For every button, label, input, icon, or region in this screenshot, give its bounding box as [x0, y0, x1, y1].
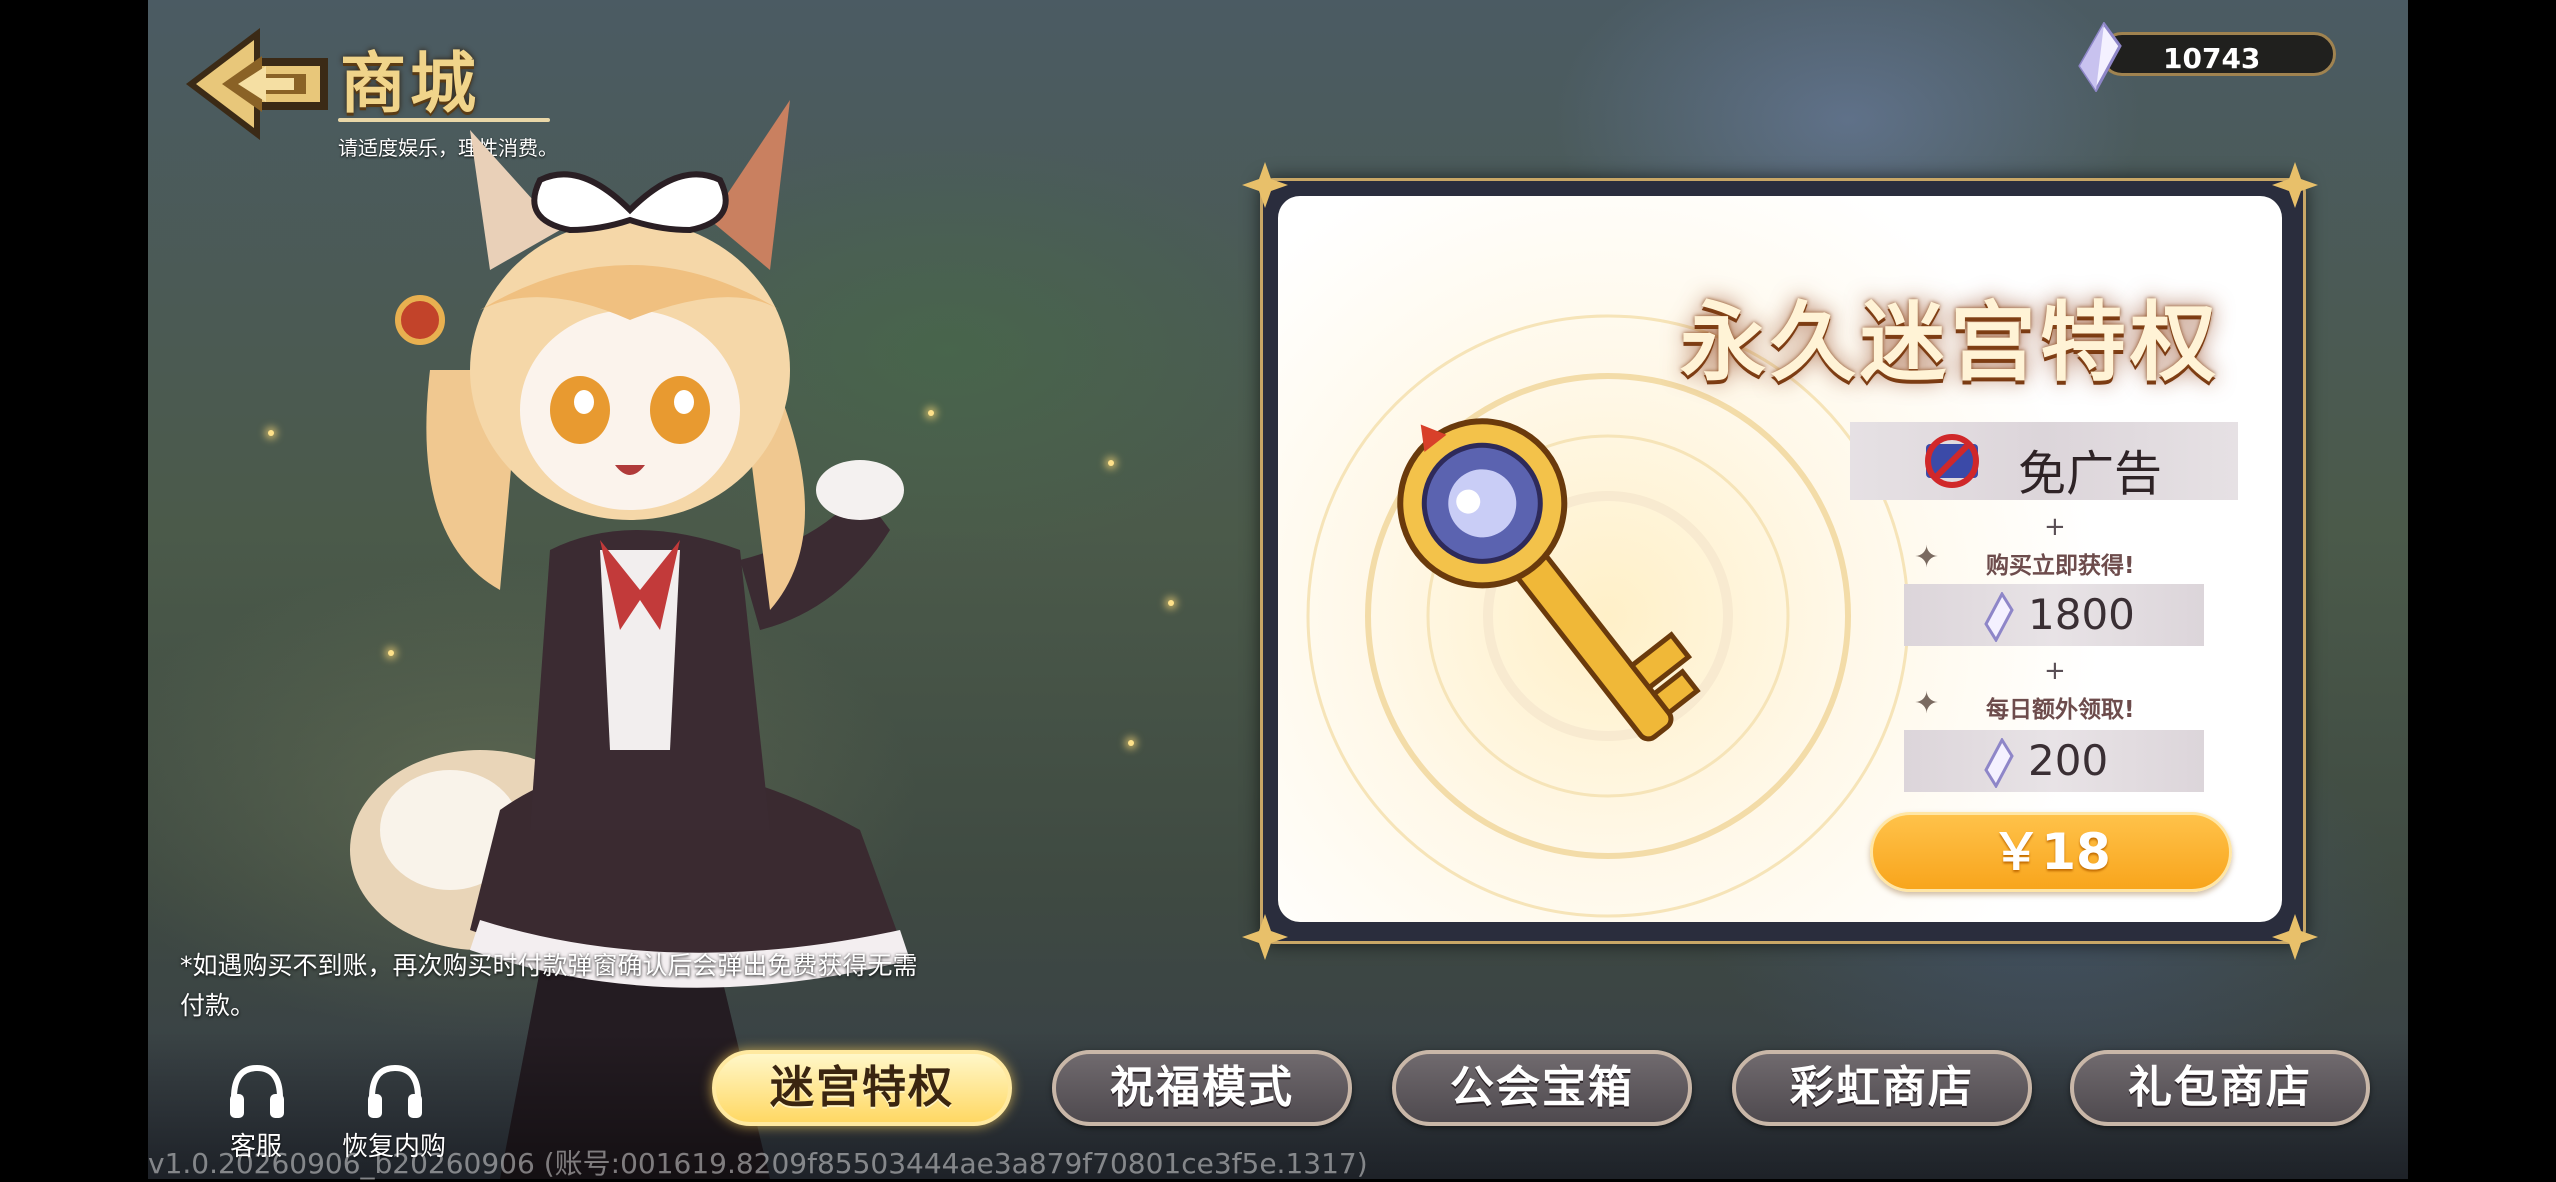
tab-label: 祝福模式 — [1110, 1062, 1294, 1113]
currency-value: 10743 — [2163, 42, 2261, 75]
tab-label: 礼包商店 — [2128, 1062, 2312, 1113]
tab-blessing-mode[interactable]: 祝福模式 — [1052, 1050, 1352, 1126]
instant-reward-caption: 购买立即获得! — [1986, 553, 2135, 579]
tab-maze-privilege[interactable]: 迷宫特权 — [712, 1050, 1012, 1126]
plus-sign: + — [2044, 656, 2066, 686]
tab-label: 迷宫特权 — [770, 1062, 954, 1113]
price-label: ￥18 — [1991, 823, 2111, 881]
currency-display[interactable]: 10743 — [2078, 22, 2343, 92]
sparkle — [1168, 600, 1174, 606]
offer-title: 永久迷宫特权 — [1680, 292, 2220, 393]
version-text: v1.0.20260906_b20260906 (账号:001619.8209f… — [148, 1147, 1368, 1180]
daily-reward-box: 200 — [1904, 730, 2204, 792]
crystal-icon — [2078, 22, 2122, 92]
corner-ornament — [1242, 162, 1288, 208]
headset-icon — [368, 1064, 422, 1118]
sparkle-star-icon: ✦ — [1914, 686, 1940, 721]
crystal-icon — [1984, 738, 2014, 788]
corner-ornament — [1242, 914, 1288, 960]
corner-ornament — [2272, 162, 2318, 208]
no-ads-icon — [1925, 434, 1979, 488]
instant-reward-amount: 1800 — [2028, 590, 2135, 639]
currency-bar: 10743 — [2100, 32, 2336, 76]
daily-reward-amount: 200 — [2028, 736, 2109, 785]
sparkle — [1108, 460, 1114, 466]
tab-label: 公会宝箱 — [1450, 1062, 1634, 1113]
sparkle — [268, 430, 274, 436]
crystal-icon — [1984, 592, 2014, 642]
plus-sign: + — [2044, 512, 2066, 542]
instant-reward-box: 1800 — [1904, 584, 2204, 646]
purchase-note: *如遇购买不到账，再次购买时付款弹窗确认后会弹出免费获得无需付款。 — [180, 951, 918, 1020]
tab-rainbow-shop[interactable]: 彩虹商店 — [1732, 1050, 2032, 1126]
corner-ornament — [2272, 914, 2318, 960]
buy-button[interactable]: ￥18 — [1870, 812, 2232, 892]
sparkle — [1128, 740, 1134, 746]
headset-icon — [230, 1064, 284, 1118]
daily-reward-caption: 每日额外领取! — [1986, 697, 2135, 723]
tab-guild-chest[interactable]: 公会宝箱 — [1392, 1050, 1692, 1126]
no-ads-benefit: 免广告 — [1850, 422, 2238, 502]
tab-label: 彩虹商店 — [1790, 1062, 1974, 1113]
golden-key-icon — [1397, 418, 1701, 742]
no-ads-label: 免广告 — [2018, 446, 2163, 502]
tab-gift-shop[interactable]: 礼包商店 — [2070, 1050, 2370, 1126]
sparkle-star-icon: ✦ — [1914, 540, 1940, 575]
